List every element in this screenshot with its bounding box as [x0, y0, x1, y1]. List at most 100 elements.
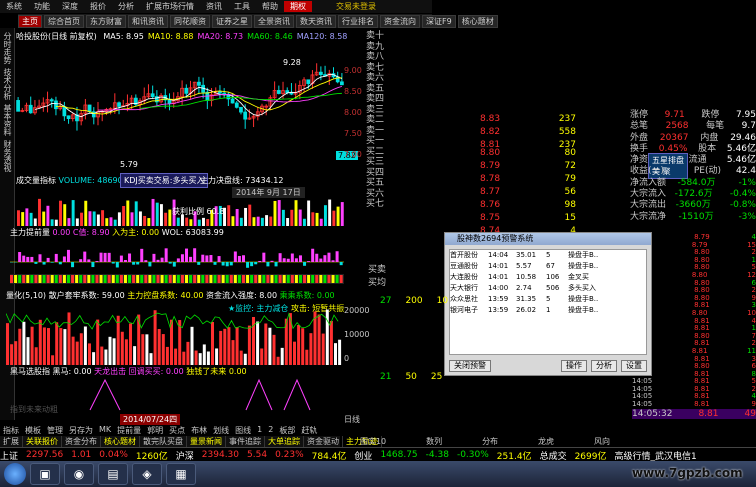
function-tab-8[interactable]: 资金驱动 — [304, 436, 343, 447]
indicator-tab-0[interactable]: 指标 — [0, 425, 22, 436]
taskbar-app-2[interactable]: ◉ — [64, 463, 94, 485]
indicator-tab-10[interactable]: 图线 — [232, 425, 254, 436]
index-label[interactable]: 创业 — [354, 449, 372, 462]
mainflow-chart[interactable] — [10, 240, 344, 284]
taskbar-app-4[interactable]: ◈ — [132, 463, 162, 485]
function-tab-1[interactable]: 关联报价 — [23, 436, 62, 447]
buy_rows-row[interactable]: 8.75 15 — [480, 212, 576, 225]
volume-bar — [113, 219, 117, 226]
toolbar-button-0[interactable]: 主页 — [18, 14, 42, 28]
sell_rows-row[interactable]: 8.82 558 — [480, 126, 576, 139]
toolbar-button-10[interactable]: 深证F9 — [422, 14, 456, 28]
close-alert-button[interactable]: 关闭预警 — [449, 360, 491, 372]
buy_rows-row[interactable]: 8.76 98 — [480, 199, 576, 212]
indicator-tab-13[interactable]: 板部 — [276, 425, 298, 436]
toolbar-button-5[interactable]: 证券之星 — [212, 14, 252, 28]
menu-item-6[interactable]: 资讯 — [200, 1, 228, 12]
function-tab-4[interactable]: 散完队买盘 — [140, 436, 187, 447]
alert-row[interactable]: 豆通股份 14:01 5.57 67 操盘手B.. — [450, 261, 646, 272]
candle-body — [306, 79, 311, 84]
right-tab-2[interactable]: 分布 — [482, 436, 498, 447]
menu-item-1[interactable]: 功能 — [28, 1, 56, 12]
menu-item-highlight[interactable]: 期权 — [284, 1, 312, 12]
right-tab-0[interactable]: 图实10 — [360, 436, 386, 447]
alert-row[interactable]: 首开股份 14:04 35.01 5 操盘手B.. — [450, 250, 646, 261]
indicator-tab-11[interactable]: 1 — [254, 425, 265, 436]
sell_rows-row[interactable]: 8.83 237 — [480, 113, 576, 126]
taskbar-app-3[interactable]: ▤ — [98, 463, 128, 485]
indicator-tab-8[interactable]: 布林 — [188, 425, 210, 436]
settings-button[interactable]: 设置 — [621, 360, 647, 372]
buy_rows-row[interactable]: 8.77 56 — [480, 186, 576, 199]
indicator-tab-4[interactable]: MK — [96, 425, 114, 436]
function-tabs: 扩展 关联报价 资金分布 核心题材 散完队买盘 量景新闻 事件追踪 大单追踪 资金驱动 主力轨迹 — [0, 436, 382, 447]
menu-item-2[interactable]: 深度 — [56, 1, 84, 12]
toolbar-button-1[interactable]: 综合首页 — [44, 14, 84, 28]
analyze-button[interactable]: 分析 — [591, 360, 617, 372]
indicator-tab-3[interactable]: 另存为 — [66, 425, 96, 436]
indicator-tab-1[interactable]: 模板 — [22, 425, 44, 436]
indicator-tab-2[interactable]: 管理 — [44, 425, 66, 436]
capflow-bar — [104, 349, 108, 365]
toolbar-button-6[interactable]: 全景资讯 — [254, 14, 294, 28]
left-tab-0[interactable]: 分时走势 — [2, 32, 13, 64]
alert-row[interactable]: 天大银行 14:00 2.74 506 多头买入 — [450, 283, 646, 294]
left-tab-3[interactable]: 财务透视 — [2, 140, 13, 172]
indicator-tab-14[interactable]: 赶轨 — [298, 425, 320, 436]
capflow-bar — [256, 321, 260, 365]
toolbar-button-3[interactable]: 和讯资讯 — [128, 14, 168, 28]
left-tab-1[interactable]: 技术分析 — [2, 68, 13, 100]
capflow-bar — [276, 356, 280, 365]
alert-row[interactable]: 银河电子 13:59 26.02 1 操盘手B.. — [450, 305, 646, 316]
left-tab-2[interactable]: 基本资料 — [2, 104, 13, 136]
menu-item-8[interactable]: 帮助 — [256, 1, 284, 12]
indicator-tab-12[interactable]: 2 — [265, 425, 276, 436]
mainflow-info: 主力提前量 0.00 C值: 8.90 入为主: 0.00 WOL: 63083… — [10, 227, 224, 238]
operate-button[interactable]: 操作 — [561, 360, 587, 372]
toolbar-button-8[interactable]: 行业排名 — [338, 14, 378, 28]
buy_rows-row[interactable]: 8.78 79 — [480, 173, 576, 186]
candle-body — [340, 81, 344, 86]
function-tab-2[interactable]: 资金分布 — [62, 436, 101, 447]
taskbar-app-5[interactable]: ▦ — [166, 463, 196, 485]
capflow-chart[interactable] — [6, 303, 344, 365]
buy_rows-row[interactable]: 8.79 72 — [480, 160, 576, 173]
right-tab-4[interactable]: 风向 — [594, 436, 610, 447]
index-label[interactable]: 沪深 — [176, 449, 194, 462]
blackhorse-peak — [283, 378, 311, 411]
menu-item-5[interactable]: 扩展市场行情 — [140, 1, 200, 12]
indicator-tab-5[interactable]: 提前量 — [114, 425, 144, 436]
indicator-tab-9[interactable]: 划线 — [210, 425, 232, 436]
right-tab-3[interactable]: 龙虎 — [538, 436, 554, 447]
indicator-tab-7[interactable]: 买点 — [166, 425, 188, 436]
buy_rows-row[interactable]: 8.80 80 — [480, 147, 576, 160]
function-tab-3[interactable]: 核心题材 — [101, 436, 140, 447]
menu-item-0[interactable]: 系统 — [0, 1, 28, 12]
start-button[interactable] — [4, 463, 26, 485]
menu-item-4[interactable]: 分析 — [112, 1, 140, 12]
toolbar-button-2[interactable]: 东方财富 — [86, 14, 126, 28]
price: 8.78 — [480, 174, 501, 184]
flow-bar — [54, 253, 58, 262]
total-value: 2699亿 — [574, 451, 607, 462]
function-tab-5[interactable]: 量景新闻 — [187, 436, 226, 447]
function-tab-6[interactable]: 事件追踪 — [226, 436, 265, 447]
taskbar-app-1[interactable]: ▣ — [30, 463, 60, 485]
toolbar-button-11[interactable]: 核心题材 — [457, 14, 498, 28]
toolbar-button-4[interactable]: 同花顺资 — [170, 14, 210, 28]
function-tab-7[interactable]: 大单追踪 — [265, 436, 304, 447]
toolbar-button-7[interactable]: 数天资讯 — [296, 14, 336, 28]
alert-row[interactable]: 大连股份 14:01 10.58 106 金叉买 — [450, 272, 646, 283]
stat-row: 总笔 2568 每笔 9.7 — [630, 121, 756, 132]
function-tab-0[interactable]: 扩展 — [0, 436, 23, 447]
right-tab-1[interactable]: 数列 — [426, 436, 442, 447]
toolbar-button-9[interactable]: 资金流向 — [380, 14, 420, 28]
menu-item-7[interactable]: 工具 — [228, 1, 256, 12]
indicator-tab-6[interactable]: 郭明 — [144, 425, 166, 436]
blackhorse-chart[interactable] — [10, 376, 344, 414]
flow-bar — [229, 262, 233, 266]
alert-p: 2.74 — [516, 284, 532, 292]
menu-item-3[interactable]: 报价 — [84, 1, 112, 12]
alert-row[interactable]: 众众思社 13:59 31.35 5 操盘手B.. — [450, 294, 646, 305]
index-label[interactable]: 上证 — [0, 449, 18, 462]
